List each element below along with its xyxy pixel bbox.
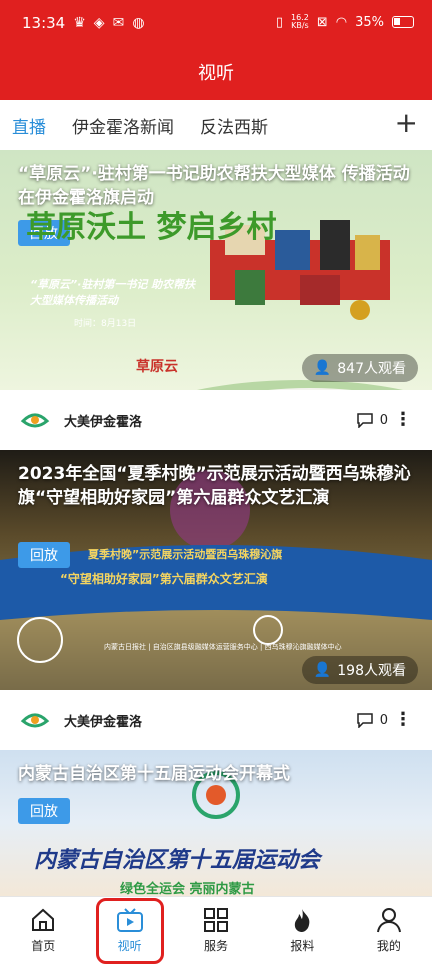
poster-subtitle: 绿色全运会 亮丽内蒙古 — [120, 882, 255, 896]
tab-antifascism[interactable]: 反法西斯 — [200, 113, 268, 138]
poster-date: 时间：8月13日 — [74, 319, 137, 329]
comment-button[interactable]: 0 — [356, 712, 388, 728]
source-row[interactable]: 大美伊金霍洛 0 ⋮ — [0, 690, 432, 750]
nav-home[interactable]: 首页 — [0, 897, 86, 964]
video-title: 2023年全国“夏季村晚”示范展示活动暨西乌珠穆沁旗“守望相助好家园”第六届群众… — [18, 464, 411, 508]
comment-icon — [356, 413, 373, 428]
viewer-count: 👤 847人观看 — [301, 354, 418, 382]
selection-highlight — [96, 898, 164, 964]
app-notification-icon: ◈ — [93, 15, 105, 31]
status-bar: 13:34 ♛ ◈ ✉ ◍ ▯ 16.2 KB/s ⊠ ◠ 35% — [0, 0, 432, 52]
person-icon: 👤 — [313, 360, 332, 376]
replay-badge: 回放 — [18, 542, 70, 568]
video-title: 内蒙古自治区第十五届运动会开幕式 — [18, 764, 290, 784]
status-time: 13:34 — [22, 14, 66, 32]
video-card[interactable]: “草原云”·驻村第一书记助农帮扶大型媒体 传播活动在伊金霍洛旗启动 回放 草原沃… — [0, 150, 432, 390]
crown-icon: ♛ — [73, 15, 86, 31]
poster-line: “守望相助好家园”第六届群众文艺汇演 — [60, 572, 268, 586]
grid-icon — [204, 908, 229, 932]
viewer-count: 👤 198人观看 — [301, 656, 418, 684]
fire-icon — [295, 909, 310, 932]
mail-icon: ✉ — [112, 15, 125, 31]
poster-footer: 内蒙古日报社 | 自治区旗县级融媒体运营服务中心 | 西乌珠穆沁旗融媒体中心 — [104, 643, 342, 651]
wifi-icon: ◠ — [335, 14, 348, 30]
poster-headline: 内蒙古自治区第十五届运动会 — [34, 848, 321, 873]
nav-report[interactable]: 报料 — [259, 897, 345, 964]
battery-level: 35% — [355, 14, 384, 30]
wechat-icon: ◍ — [132, 15, 145, 31]
channel-logo-icon — [20, 413, 50, 428]
home-icon — [32, 908, 55, 931]
bottom-navigation: 首页 视听 服务 报料 我的 — [0, 896, 432, 964]
video-card[interactable]: 内蒙古自治区第十五届运动会开幕式 回放 内蒙古自治区第十五届运动会 绿色全运会 … — [0, 750, 432, 896]
poster-brand: 草原云 — [136, 359, 178, 375]
page-title: 视听 — [0, 52, 432, 100]
no-sim-icon: ⊠ — [316, 14, 328, 30]
network-speed: 16.2 KB/s — [291, 13, 309, 30]
nav-profile[interactable]: 我的 — [346, 897, 432, 964]
comment-icon — [356, 713, 373, 728]
source-name: 大美伊金霍洛 — [64, 414, 143, 430]
poster-line: 夏季村晚”示范展示活动暨西乌珠穆沁旗 — [88, 548, 283, 561]
vibrate-icon: ▯ — [275, 14, 284, 30]
channel-logo-icon — [20, 713, 50, 728]
source-name: 大美伊金霍洛 — [64, 714, 143, 730]
tab-live[interactable]: 直播 — [12, 113, 46, 138]
video-card[interactable]: 2023年全国“夏季村晚”示范展示活动暨西乌珠穆沁旗“守望相助好家园”第六届群众… — [0, 450, 432, 690]
nav-services[interactable]: 服务 — [173, 897, 259, 964]
person-icon: 👤 — [313, 662, 332, 678]
tab-news[interactable]: 伊金霍洛新闻 — [72, 113, 174, 138]
poster-headline: 草原沃土 梦启乡村 — [26, 210, 277, 245]
comment-button[interactable]: 0 — [356, 412, 388, 428]
replay-badge: 回放 — [18, 798, 70, 824]
channel-tabs: 直播 伊金霍洛新闻 反法西斯 + — [0, 100, 432, 150]
source-row[interactable]: 大美伊金霍洛 0 ⋮ — [0, 390, 432, 450]
user-icon — [376, 908, 401, 933]
battery-icon — [392, 16, 414, 28]
more-options-icon[interactable]: ⋮ — [394, 411, 412, 429]
poster-subtitle: “草原云”·驻村第一书记 助农帮扶大型媒体传播活动 — [30, 278, 196, 307]
add-channel-icon[interactable]: + — [395, 109, 418, 137]
more-options-icon[interactable]: ⋮ — [394, 711, 412, 729]
